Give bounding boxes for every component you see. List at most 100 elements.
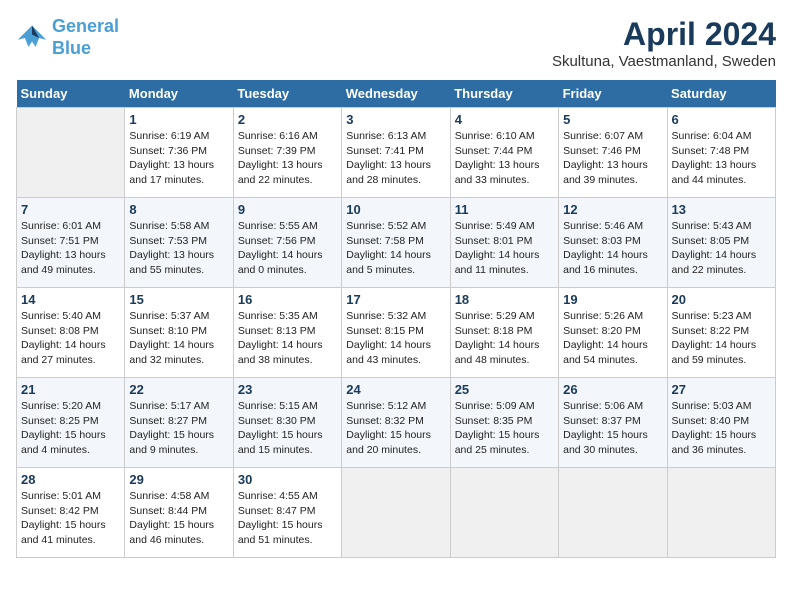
day-number: 18: [455, 292, 554, 307]
day-info: Sunrise: 5:29 AMSunset: 8:18 PMDaylight:…: [455, 309, 554, 368]
weekday-header: Saturday: [667, 80, 775, 108]
calendar-cell: 24 Sunrise: 5:12 AMSunset: 8:32 PMDayligh…: [342, 378, 450, 468]
day-info: Sunrise: 6:01 AMSunset: 7:51 PMDaylight:…: [21, 219, 120, 278]
title-block: April 2024 Skultuna, Vaestmanland, Swede…: [552, 16, 776, 70]
day-info: Sunrise: 6:16 AMSunset: 7:39 PMDaylight:…: [238, 129, 337, 188]
calendar-cell: 8 Sunrise: 5:58 AMSunset: 7:53 PMDaylight…: [125, 198, 233, 288]
calendar-body: 1Sunrise: 6:19 AMSunset: 7:36 PMDaylight…: [17, 108, 776, 558]
day-info: Sunrise: 5:01 AMSunset: 8:42 PMDaylight:…: [21, 489, 120, 548]
calendar-cell: 17 Sunrise: 5:32 AMSunset: 8:15 PMDayligh…: [342, 288, 450, 378]
calendar-cell: [450, 468, 558, 558]
calendar-cell: 29 Sunrise: 4:58 AMSunset: 8:44 PMDayligh…: [125, 468, 233, 558]
day-number: 6: [672, 112, 771, 127]
calendar-cell: 30 Sunrise: 4:55 AMSunset: 8:47 PMDayligh…: [233, 468, 341, 558]
calendar-week-row: 28 Sunrise: 5:01 AMSunset: 8:42 PMDayligh…: [17, 468, 776, 558]
logo-icon: [16, 22, 48, 54]
day-number: 23: [238, 382, 337, 397]
day-number: 25: [455, 382, 554, 397]
day-number: 28: [21, 472, 120, 487]
calendar-week-row: 7 Sunrise: 6:01 AMSunset: 7:51 PMDaylight…: [17, 198, 776, 288]
day-info: Sunrise: 5:35 AMSunset: 8:13 PMDaylight:…: [238, 309, 337, 368]
calendar-cell: 20 Sunrise: 5:23 AMSunset: 8:22 PMDayligh…: [667, 288, 775, 378]
weekday-header: Monday: [125, 80, 233, 108]
calendar-cell: 3 Sunrise: 6:13 AMSunset: 7:41 PMDaylight…: [342, 108, 450, 198]
day-info: Sunrise: 5:26 AMSunset: 8:20 PMDaylight:…: [563, 309, 662, 368]
day-info: Sunrise: 4:58 AMSunset: 8:44 PMDaylight:…: [129, 489, 228, 548]
logo-blue: Blue: [52, 38, 91, 58]
calendar-cell: 23Sunrise: 5:15 AMSunset: 8:30 PMDayligh…: [233, 378, 341, 468]
calendar-cell: [17, 108, 125, 198]
day-number: 16: [238, 292, 337, 307]
calendar-cell: 5Sunrise: 6:07 AMSunset: 7:46 PMDaylight…: [559, 108, 667, 198]
weekday-header: Sunday: [17, 80, 125, 108]
day-number: 30: [238, 472, 337, 487]
weekday-header: Tuesday: [233, 80, 341, 108]
calendar-cell: 1Sunrise: 6:19 AMSunset: 7:36 PMDaylight…: [125, 108, 233, 198]
day-number: 2: [238, 112, 337, 127]
calendar-cell: 22 Sunrise: 5:17 AMSunset: 8:27 PMDayligh…: [125, 378, 233, 468]
calendar-week-row: 1Sunrise: 6:19 AMSunset: 7:36 PMDaylight…: [17, 108, 776, 198]
day-info: Sunrise: 5:37 AMSunset: 8:10 PMDaylight:…: [129, 309, 228, 368]
calendar-header-row: SundayMondayTuesdayWednesdayThursdayFrid…: [17, 80, 776, 108]
day-info: Sunrise: 6:10 AMSunset: 7:44 PMDaylight:…: [455, 129, 554, 188]
calendar-cell: 26Sunrise: 5:06 AMSunset: 8:37 PMDayligh…: [559, 378, 667, 468]
calendar-cell: [559, 468, 667, 558]
day-number: 22: [129, 382, 228, 397]
day-info: Sunrise: 5:09 AMSunset: 8:35 PMDaylight:…: [455, 399, 554, 458]
calendar-cell: 15 Sunrise: 5:37 AMSunset: 8:10 PMDayligh…: [125, 288, 233, 378]
calendar-week-row: 14 Sunrise: 5:40 AMSunset: 8:08 PMDayligh…: [17, 288, 776, 378]
calendar-table: SundayMondayTuesdayWednesdayThursdayFrid…: [16, 80, 776, 558]
day-number: 8: [129, 202, 228, 217]
calendar-cell: 7 Sunrise: 6:01 AMSunset: 7:51 PMDaylight…: [17, 198, 125, 288]
day-number: 1: [129, 112, 228, 127]
day-number: 20: [672, 292, 771, 307]
day-number: 17: [346, 292, 445, 307]
day-number: 5: [563, 112, 662, 127]
calendar-cell: 13 Sunrise: 5:43 AMSunset: 8:05 PMDayligh…: [667, 198, 775, 288]
calendar-cell: 27Sunrise: 5:03 AMSunset: 8:40 PMDayligh…: [667, 378, 775, 468]
calendar-cell: 6 Sunrise: 6:04 AMSunset: 7:48 PMDaylight…: [667, 108, 775, 198]
calendar-cell: 11Sunrise: 5:49 AMSunset: 8:01 PMDayligh…: [450, 198, 558, 288]
day-info: Sunrise: 5:58 AMSunset: 7:53 PMDaylight:…: [129, 219, 228, 278]
day-number: 15: [129, 292, 228, 307]
day-number: 13: [672, 202, 771, 217]
weekday-header: Thursday: [450, 80, 558, 108]
day-number: 9: [238, 202, 337, 217]
day-info: Sunrise: 5:32 AMSunset: 8:15 PMDaylight:…: [346, 309, 445, 368]
day-number: 29: [129, 472, 228, 487]
day-number: 19: [563, 292, 662, 307]
logo-general: General: [52, 16, 119, 36]
calendar-cell: 28 Sunrise: 5:01 AMSunset: 8:42 PMDayligh…: [17, 468, 125, 558]
day-info: Sunrise: 5:52 AMSunset: 7:58 PMDaylight:…: [346, 219, 445, 278]
day-info: Sunrise: 5:12 AMSunset: 8:32 PMDaylight:…: [346, 399, 445, 458]
day-number: 21: [21, 382, 120, 397]
day-info: Sunrise: 6:04 AMSunset: 7:48 PMDaylight:…: [672, 129, 771, 188]
calendar-cell: 16 Sunrise: 5:35 AMSunset: 8:13 PMDayligh…: [233, 288, 341, 378]
day-number: 3: [346, 112, 445, 127]
location: Skultuna, Vaestmanland, Sweden: [552, 53, 776, 70]
day-info: Sunrise: 5:55 AMSunset: 7:56 PMDaylight:…: [238, 219, 337, 278]
calendar-cell: 12 Sunrise: 5:46 AMSunset: 8:03 PMDayligh…: [559, 198, 667, 288]
calendar-cell: [342, 468, 450, 558]
day-number: 24: [346, 382, 445, 397]
calendar-cell: 2 Sunrise: 6:16 AMSunset: 7:39 PMDaylight…: [233, 108, 341, 198]
day-info: Sunrise: 4:55 AMSunset: 8:47 PMDaylight:…: [238, 489, 337, 548]
day-info: Sunrise: 5:49 AMSunset: 8:01 PMDaylight:…: [455, 219, 554, 278]
day-info: Sunrise: 5:23 AMSunset: 8:22 PMDaylight:…: [672, 309, 771, 368]
day-info: Sunrise: 5:43 AMSunset: 8:05 PMDaylight:…: [672, 219, 771, 278]
calendar-week-row: 21 Sunrise: 5:20 AMSunset: 8:25 PMDayligh…: [17, 378, 776, 468]
day-info: Sunrise: 5:17 AMSunset: 8:27 PMDaylight:…: [129, 399, 228, 458]
calendar-cell: 25 Sunrise: 5:09 AMSunset: 8:35 PMDayligh…: [450, 378, 558, 468]
day-number: 7: [21, 202, 120, 217]
day-info: Sunrise: 5:20 AMSunset: 8:25 PMDaylight:…: [21, 399, 120, 458]
calendar-cell: 9 Sunrise: 5:55 AMSunset: 7:56 PMDaylight…: [233, 198, 341, 288]
day-number: 4: [455, 112, 554, 127]
day-info: Sunrise: 5:46 AMSunset: 8:03 PMDaylight:…: [563, 219, 662, 278]
logo: General Blue: [16, 16, 119, 59]
day-number: 12: [563, 202, 662, 217]
calendar-cell: 4 Sunrise: 6:10 AMSunset: 7:44 PMDaylight…: [450, 108, 558, 198]
calendar-cell: 19 Sunrise: 5:26 AMSunset: 8:20 PMDayligh…: [559, 288, 667, 378]
day-info: Sunrise: 5:40 AMSunset: 8:08 PMDaylight:…: [21, 309, 120, 368]
day-info: Sunrise: 6:13 AMSunset: 7:41 PMDaylight:…: [346, 129, 445, 188]
day-number: 14: [21, 292, 120, 307]
